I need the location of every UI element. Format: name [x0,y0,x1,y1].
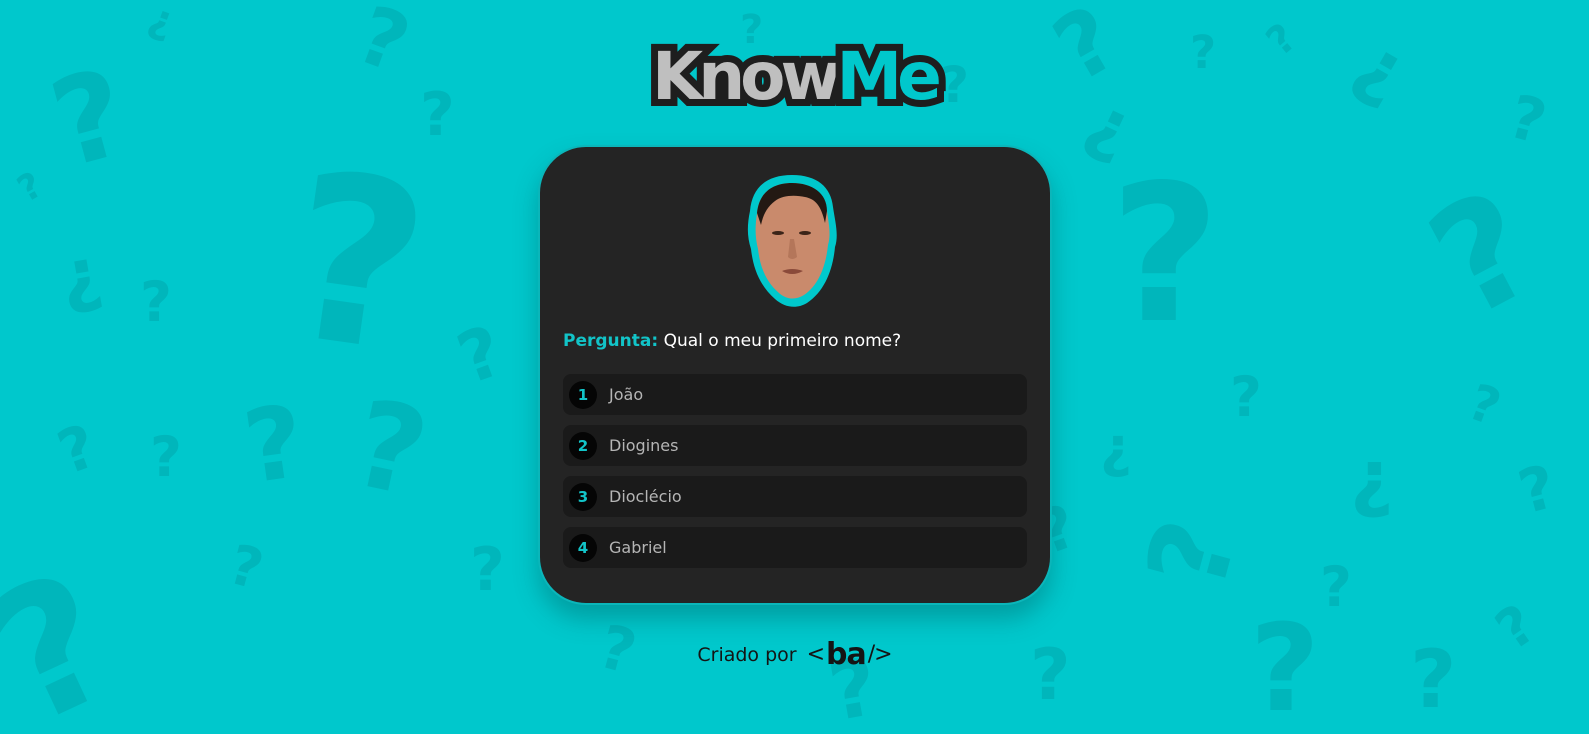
app-logo: KnowMe [0,37,1589,117]
option-number: 4 [569,533,597,562]
footer-credit-text: Criado por [697,644,797,666]
quiz-card: Pergunta: Qual o meu primeiro nome? 1 Jo… [538,145,1052,605]
option-number: 3 [569,482,597,511]
answer-option-2[interactable]: 2 Diogines [563,425,1027,466]
answer-option-4[interactable]: 4 Gabriel [563,527,1027,568]
author-brand-link[interactable]: < ba /> [806,637,893,672]
answer-options: 1 João 2 Diogines 3 Dioclécio 4 Gabriel [563,374,1027,578]
option-label: João [609,385,644,404]
option-label: Dioclécio [609,487,682,506]
option-label: Diogines [609,436,679,455]
brand-close-bracket: /> [867,642,893,667]
brand-name: ba [826,637,867,672]
brand-open-bracket: < [806,642,825,667]
question-text: Qual o meu primeiro nome? [663,331,902,351]
option-number: 1 [569,380,597,409]
option-label: Gabriel [609,538,667,557]
footer: Criado por < ba /> [0,640,1589,670]
profile-photo-icon [747,175,837,307]
logo-me: Me [829,37,949,117]
question: Pergunta: Qual o meu primeiro nome? [563,331,901,351]
answer-option-1[interactable]: 1 João [563,374,1027,415]
question-label: Pergunta: [563,331,659,351]
logo-know: Know [645,37,848,117]
answer-option-3[interactable]: 3 Dioclécio [563,476,1027,517]
option-number: 2 [569,431,597,460]
